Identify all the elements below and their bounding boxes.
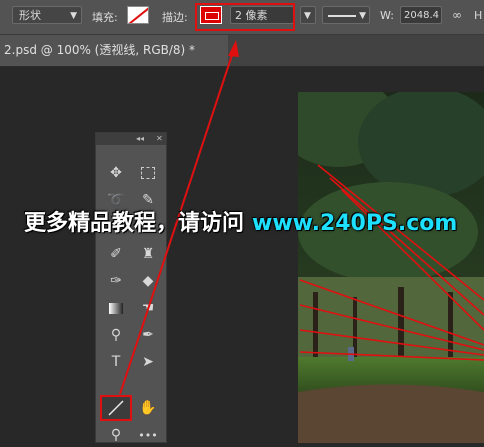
fill-label: 填充: — [92, 11, 118, 24]
tools-panel-header[interactable]: ◂◂ ✕ — [96, 133, 166, 145]
stroke-type-select[interactable]: ▼ — [322, 6, 370, 24]
width-input[interactable]: 2048.4 — [400, 6, 442, 24]
watermark: 更多精品教程，请访问 www.240PS.com — [24, 205, 457, 237]
document-tab-bar: 2.psd @ 100% (透视线, RGB/8) * — [0, 35, 484, 67]
chevron-down-icon: ▼ — [359, 11, 366, 21]
options-bar: 形状 ▼ 填充: 描边: 2 像素 ▼ ▼ W: 2048.4 ∞ H — [0, 0, 484, 35]
chevron-down-icon: ▼ — [70, 11, 77, 21]
canvas-area[interactable] — [0, 67, 484, 443]
mode-select[interactable]: 形状 ▼ — [12, 6, 82, 24]
width-value: 2048.4 — [404, 10, 439, 21]
park-photo — [298, 92, 484, 443]
stroke-width-dropdown[interactable]: ▼ — [300, 6, 316, 24]
zoom-icon[interactable]: ⚲ — [102, 423, 130, 447]
link-icon[interactable]: ∞ — [452, 8, 462, 22]
more-icon[interactable]: ••• — [134, 423, 162, 447]
type-icon[interactable]: T — [102, 350, 130, 374]
no-fill-icon — [128, 7, 148, 23]
stroke-width-value: 2 像素 — [235, 9, 268, 22]
watermark-text-cn: 更多精品教程，请访问 — [24, 211, 245, 236]
stroke-swatch[interactable] — [200, 6, 222, 24]
stroke-line-preview — [328, 15, 356, 17]
marquee-icon[interactable] — [134, 161, 162, 185]
brush-icon[interactable]: ✐ — [102, 242, 130, 266]
height-label-partial: H — [474, 9, 483, 22]
document-tab[interactable]: 2.psd @ 100% (透视线, RGB/8) * — [0, 35, 228, 66]
gradient-icon[interactable] — [102, 296, 130, 320]
chevron-down-icon: ▼ — [304, 11, 311, 21]
hand-icon[interactable]: ✋ — [134, 396, 162, 420]
stamp-icon[interactable]: ♜ — [134, 242, 162, 266]
width-label: W: — [380, 9, 394, 22]
dodge-icon[interactable]: ⚲ — [102, 323, 130, 347]
collapse-icon[interactable]: ◂◂ — [136, 134, 144, 143]
document-image[interactable] — [298, 92, 484, 443]
fill-swatch[interactable] — [127, 6, 149, 24]
tools-panel: ◂◂ ✕ ✥ ➰ ✎ ⚲ ✚ ✐ ♜ ✑ ◆ ☚ ⚲ ✒ T ➤ ✋ ⚲ ••• — [95, 132, 167, 443]
close-icon[interactable]: ✕ — [156, 134, 163, 143]
stroke-width-input[interactable]: 2 像素 — [230, 6, 294, 24]
pen-icon[interactable]: ✒ — [134, 323, 162, 347]
eraser-icon[interactable]: ◆ — [134, 269, 162, 293]
stroke-color-icon — [205, 12, 219, 20]
mode-select-value: 形状 — [19, 9, 41, 22]
history-brush-icon[interactable]: ✑ — [102, 269, 130, 293]
line-tool-button[interactable] — [100, 395, 132, 421]
document-tab-title: 2.psd @ 100% (透视线, RGB/8) * — [4, 43, 196, 57]
smudge-icon[interactable]: ☚ — [134, 296, 162, 320]
path-select-icon[interactable]: ➤ — [134, 350, 162, 374]
move-icon[interactable]: ✥ — [102, 161, 130, 185]
watermark-url: www.240PS.com — [252, 211, 458, 236]
line-icon — [108, 400, 124, 416]
stroke-label: 描边: — [162, 11, 188, 24]
